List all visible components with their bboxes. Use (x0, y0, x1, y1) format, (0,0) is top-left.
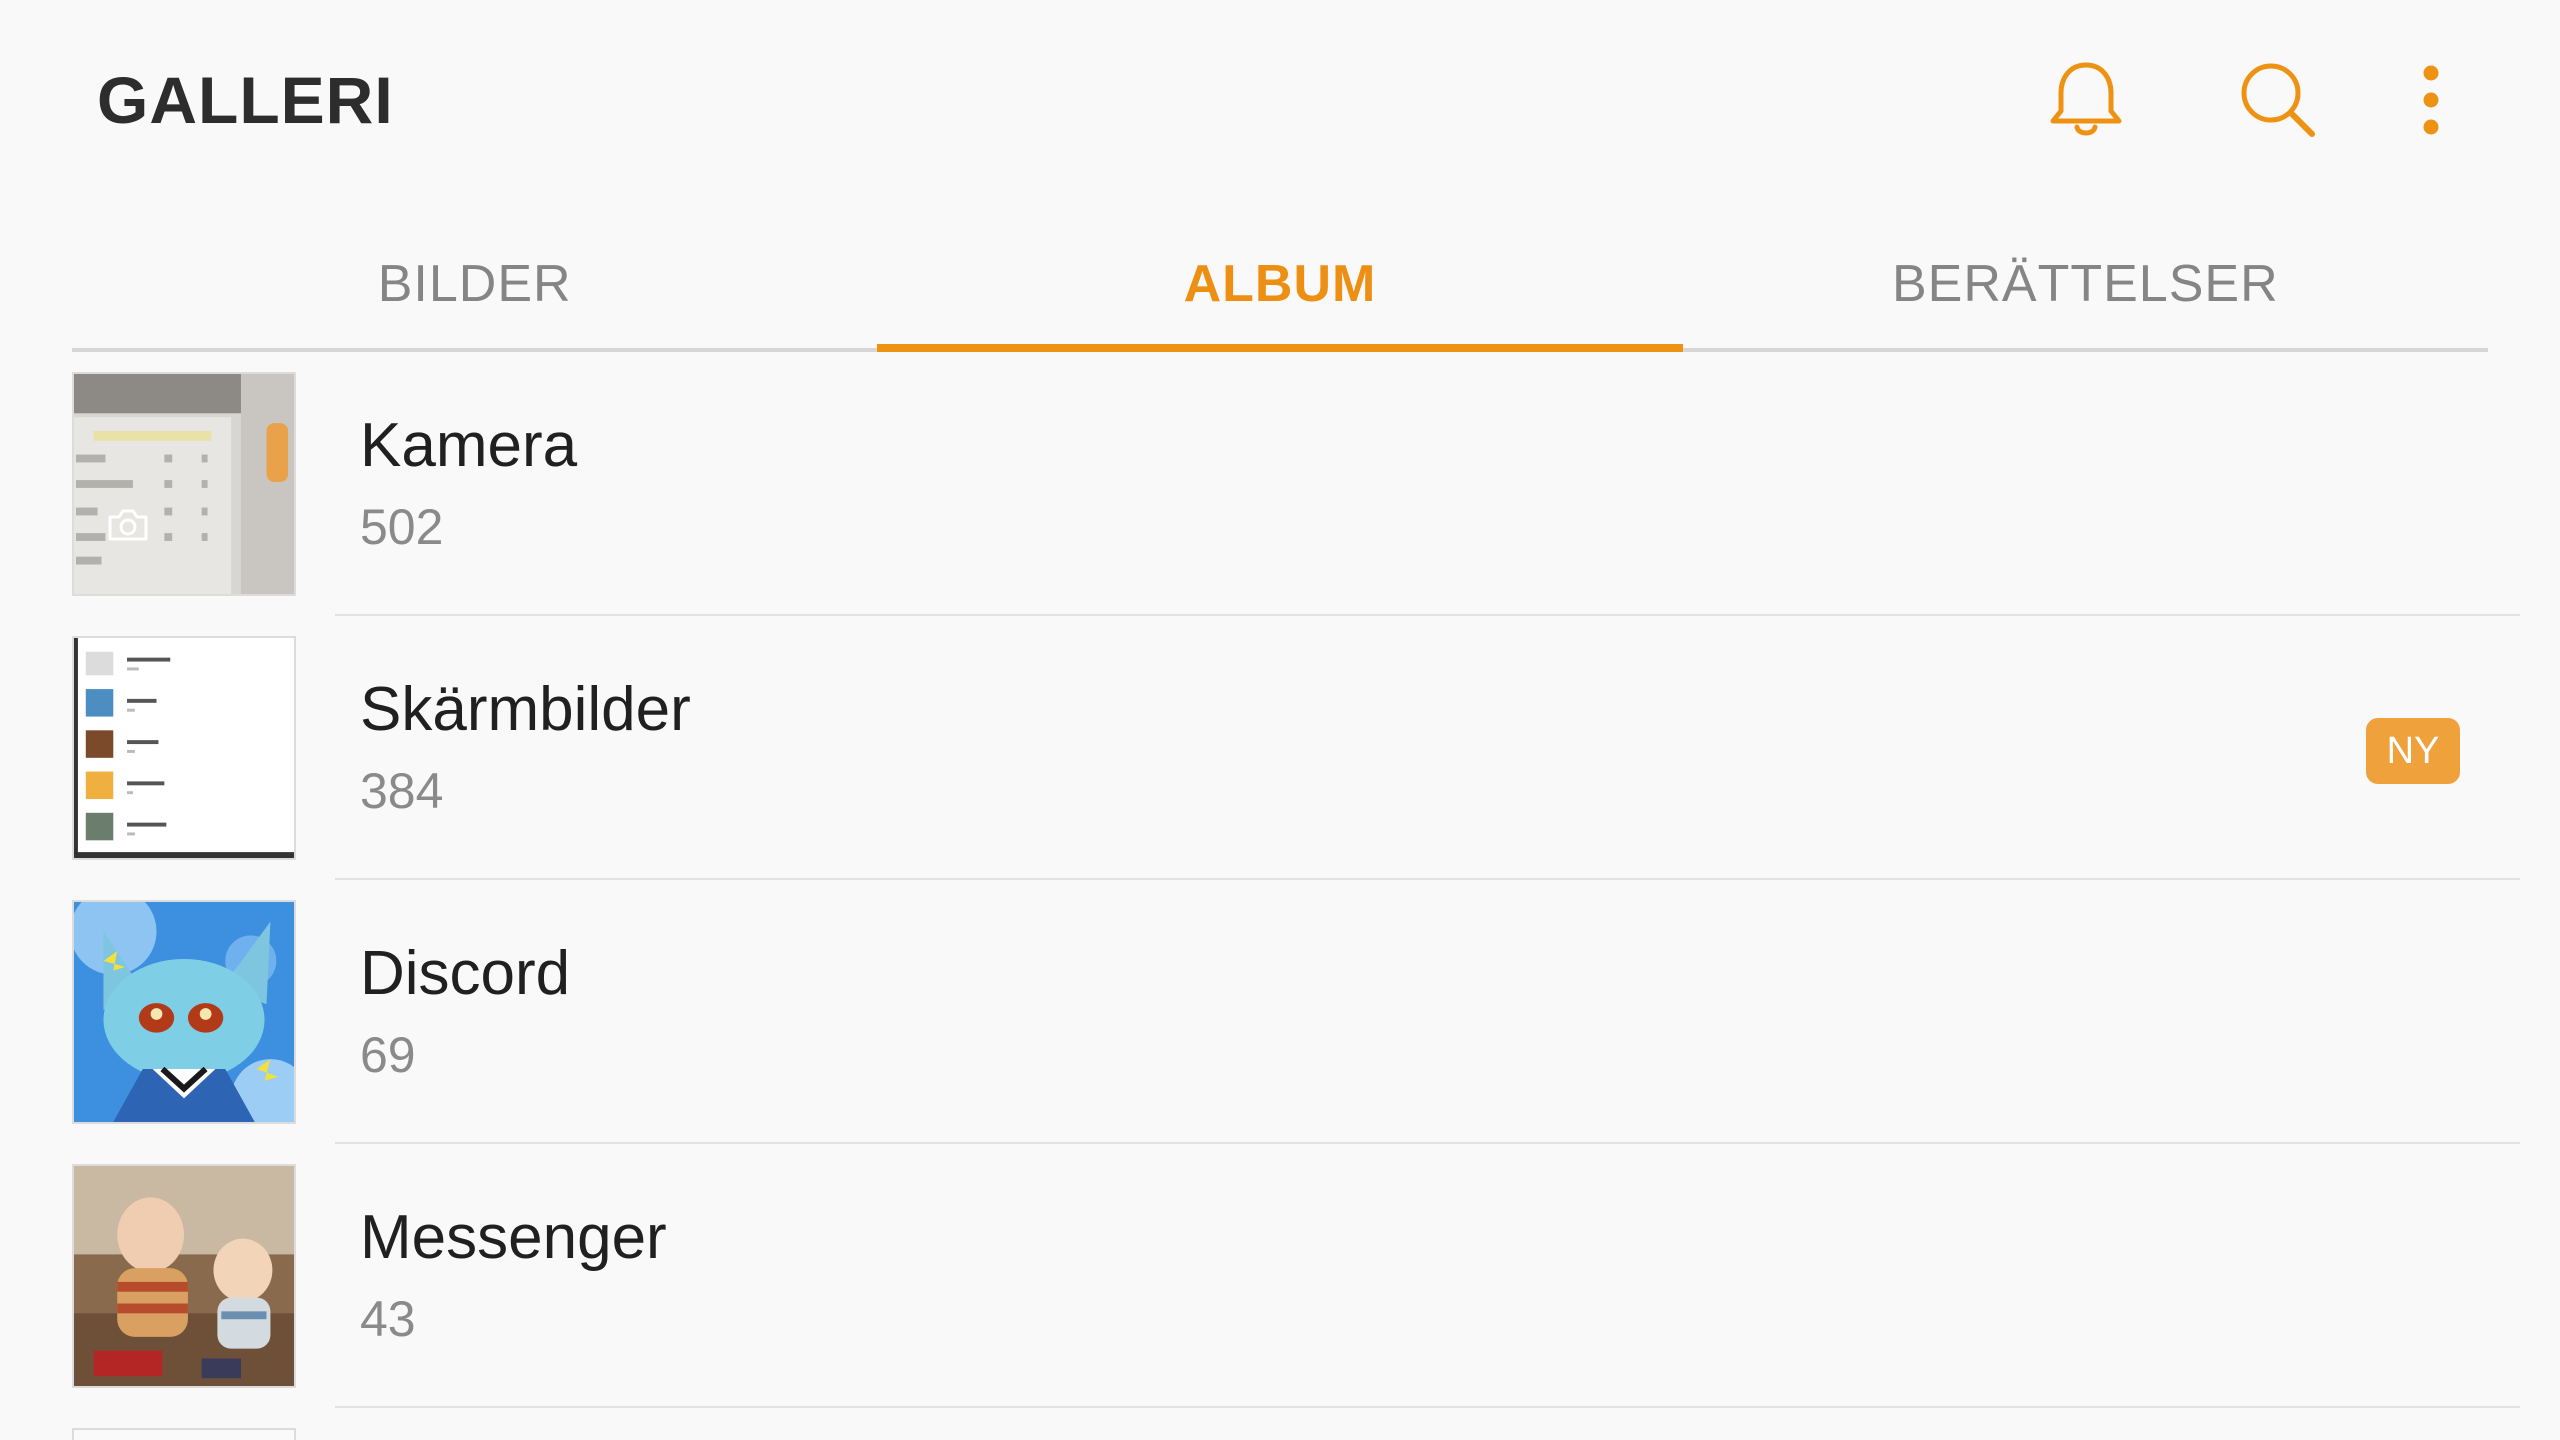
tab-album[interactable]: ALBUM (877, 220, 1683, 352)
screenshot-preview (74, 638, 294, 858)
search-button[interactable] (2223, 45, 2333, 155)
album-count: 384 (360, 763, 444, 819)
album-name: Discord (360, 939, 571, 1008)
app-title: GALLERI (97, 63, 394, 137)
album-row-discord[interactable]: Discord 69 (0, 880, 2560, 1144)
album-thumbnail (72, 636, 296, 860)
menu-board-photo (74, 374, 294, 594)
notifications-button[interactable] (2031, 45, 2141, 155)
bell-icon (2050, 62, 2122, 136)
tab-berattelser[interactable]: BERÄTTELSER (1683, 220, 2488, 348)
album-thumbnail (72, 900, 296, 1124)
camera-icon (108, 509, 148, 541)
row-divider (335, 1406, 2520, 1408)
album-count: 43 (360, 1291, 416, 1347)
new-badge: NY (2366, 718, 2460, 784)
tab-bar: BILDER ALBUM BERÄTTELSER (72, 220, 2488, 352)
album-thumbnail (72, 1164, 296, 1388)
album-name: Messenger (360, 1203, 667, 1272)
cat-avatar-image (74, 902, 294, 1122)
album-count: 69 (360, 1027, 416, 1083)
more-options-button[interactable] (2376, 45, 2486, 155)
album-thumbnail (72, 372, 296, 596)
album-row-kamera[interactable]: Kamera 502 (0, 352, 2560, 616)
album-count: 502 (360, 499, 444, 555)
album-row-messenger[interactable]: Messenger 43 (0, 1144, 2560, 1408)
tab-bilder[interactable]: BILDER (72, 220, 877, 348)
top-bar: GALLERI (0, 0, 2560, 200)
search-icon (2241, 63, 2315, 137)
album-thumbnail-partial[interactable] (72, 1428, 296, 1440)
album-name: Skärmbilder (360, 675, 691, 744)
gallery-app: GALLERI BILDER ALBUM BERÄTTELSER Kamera … (0, 0, 2560, 1440)
baby-photo (74, 1166, 294, 1386)
album-row-skarmbilder[interactable]: Skärmbilder 384 (0, 616, 2560, 880)
album-name: Kamera (360, 411, 578, 480)
album-list: Kamera 502 Skärmbilder 384 Discord 69 Me… (0, 352, 2560, 1408)
more-vert-icon (2423, 65, 2439, 135)
